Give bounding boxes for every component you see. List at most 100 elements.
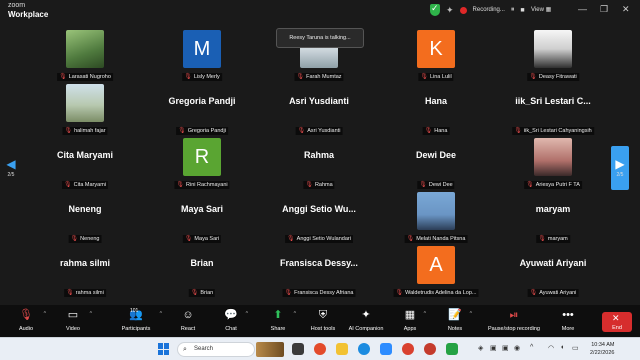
participant-display-name: Gregoria Pandji	[168, 96, 236, 106]
ai-companion-button[interactable]: ✦ AI Companion	[346, 308, 386, 336]
notes-button[interactable]: 📝 Notes ^	[446, 308, 472, 336]
participant-gallery: 🎙 Larasati Nugroho M 🎙 Lisly Merly 🎙 Farah Mum…	[27, 22, 610, 305]
share-options-chevron-icon[interactable]: ^	[294, 311, 296, 317]
participant-name-label: 🎙 Ayuwati Ariyani	[527, 289, 579, 297]
minimize-icon[interactable]: —	[578, 4, 587, 14]
pause-recording-icon[interactable]: ⏸	[511, 6, 515, 14]
participant-tile[interactable]: Asri Yusdianti 🎙 Asri Yusdianti	[261, 78, 377, 135]
meeting-toolbar: 🎙 Audio ^ ▭ Video ^ 👥 101 Participants ^…	[0, 305, 640, 337]
participant-tile[interactable]: Cita Maryami 🎙 Cita Maryami	[27, 132, 143, 189]
participant-tile[interactable]: 🎙 Larasati Nugroho	[27, 24, 143, 81]
taskbar-search[interactable]: ⌕ Search	[177, 342, 255, 357]
participant-tile[interactable]: 🎙 Melati Nanda Pitsna	[378, 186, 494, 243]
chrome-icon[interactable]	[314, 343, 326, 355]
chat-label: Chat	[225, 326, 237, 332]
participants-options-chevron-icon[interactable]: ^	[160, 311, 162, 317]
maximize-icon[interactable]: ❐	[600, 4, 608, 15]
close-icon[interactable]: ✕	[622, 4, 630, 15]
host-tools-button[interactable]: ⛨ Host tools	[308, 308, 338, 336]
avatar	[534, 30, 572, 68]
chrome-profile-2-icon[interactable]	[424, 343, 436, 355]
participant-tile[interactable]: Rahma 🎙 Rahma	[261, 132, 377, 189]
participant-tile[interactable]: Anggi Setio Wu... 🎙 Anggi Setio Wulandari	[261, 186, 377, 243]
pause-stop-recording-button[interactable]: ⏯ Pause/stop recording	[480, 308, 548, 336]
end-icon: ✕	[612, 313, 620, 323]
participant-tile[interactable]: R 🎙 Rini Rachmayani	[144, 132, 260, 189]
video-options-chevron-icon[interactable]: ^	[90, 311, 92, 317]
participant-name-label: 🎙 rahma silmi	[64, 289, 106, 297]
effects-icon[interactable]: ✦	[446, 5, 454, 16]
stop-recording-icon[interactable]: ■	[520, 7, 524, 14]
recording-label: Recording...	[472, 7, 505, 13]
apps-button[interactable]: ▦ Apps ^	[402, 308, 426, 336]
chat-options-chevron-icon[interactable]: ^	[246, 311, 248, 317]
apps-options-chevron-icon[interactable]: ^	[424, 311, 426, 317]
participant-tile[interactable]: Gregoria Pandji 🎙 Gregoria Pandji	[144, 78, 260, 135]
react-label: React	[180, 326, 196, 332]
participant-tile[interactable]: 🎙 halimah fajar	[27, 78, 143, 135]
view-label: View	[531, 7, 544, 13]
participant-tile[interactable]: Maya Sari 🎙 Maya Sari	[144, 186, 260, 243]
participant-tile[interactable]: M 🎙 Lisly Merly	[144, 24, 260, 81]
participant-tile[interactable]: iik_Sri Lestari C... 🎙 iik_Sri Lestari Cah…	[495, 78, 611, 135]
participant-tile[interactable]: K 🎙 Lina Lulil	[378, 24, 494, 81]
sparkle-icon: ✦	[361, 309, 371, 321]
tray-icon-1[interactable]: ◈	[478, 344, 483, 352]
zoom-app-icon[interactable]	[380, 343, 392, 355]
file-explorer-icon[interactable]	[336, 343, 348, 355]
tray-icon-2[interactable]: ▣	[490, 344, 497, 352]
view-button[interactable]: View ▦	[531, 6, 551, 13]
participant-tile[interactable]: rahma silmi 🎙 rahma silmi	[27, 240, 143, 297]
clock-time: 10:34 AM	[591, 342, 615, 348]
video-button[interactable]: ▭ Video ^	[62, 308, 92, 336]
notes-options-chevron-icon[interactable]: ^	[470, 311, 472, 317]
participant-display-name: Brian	[190, 258, 214, 268]
participants-button[interactable]: 👥 101 Participants ^	[118, 308, 162, 336]
windows-taskbar: ⌕ Search ◈ ▣ ▣ ◉ ^ ◠ ◖ ▭ 10:34 AM 2/22/2…	[0, 337, 640, 360]
participant-tile[interactable]: Hana 🎙 Hana	[378, 78, 494, 135]
previous-page-button[interactable]: ◀ 2/5	[2, 146, 20, 190]
participant-tile[interactable]: A 🎙 Waldetrudis Adelina da Lop...	[378, 240, 494, 297]
mic-muted-icon: 🎙	[395, 290, 404, 296]
audio-label: Audio	[18, 326, 34, 332]
windows-start-icon[interactable]	[158, 343, 170, 355]
audio-options-chevron-icon[interactable]: ^	[44, 311, 46, 317]
tray-icon-4[interactable]: ◉	[514, 344, 520, 352]
participant-tile[interactable]: maryam 🎙 maryam	[495, 186, 611, 243]
battery-icon[interactable]: ▭	[572, 344, 579, 352]
wifi-icon[interactable]: ◠	[548, 344, 554, 352]
chat-button[interactable]: 💬 Chat ^	[222, 308, 248, 336]
chevron-up-icon[interactable]: ^	[530, 344, 533, 351]
participant-tile[interactable]: Fransisca Dessy... 🎙 Fransisca Dessy Afria…	[261, 240, 377, 297]
news-widget-icon[interactable]	[256, 342, 284, 357]
end-meeting-button[interactable]: ✕ End	[602, 312, 632, 332]
mic-muted-icon: 🎙	[190, 290, 199, 296]
next-page-button[interactable]: ▶ 2/5	[611, 146, 629, 190]
volume-icon[interactable]: ◖	[560, 344, 564, 351]
chrome-profile-icon[interactable]	[402, 343, 414, 355]
title-bar: zoom Workplace ✦ Recording... ⏸ ■ View ▦…	[0, 0, 640, 22]
more-button[interactable]: ••• More	[560, 308, 576, 336]
participant-tile[interactable]: Neneng 🎙 Neneng	[27, 186, 143, 243]
participant-tile[interactable]: Ayuwati Ariyani 🎙 Ayuwati Ariyani	[495, 240, 611, 297]
edge-icon[interactable]	[358, 343, 370, 355]
security-shield-icon[interactable]	[430, 3, 440, 16]
system-clock[interactable]: 10:34 AM 2/22/2026	[590, 341, 614, 357]
task-view-icon[interactable]	[292, 343, 304, 355]
audio-button[interactable]: 🎙 Audio ^	[14, 308, 46, 336]
participant-tile[interactable]: 🎙 Ariesya Putri F TA	[495, 132, 611, 189]
participant-tile[interactable]: Brian 🎙 Brian	[144, 240, 260, 297]
participant-tile[interactable]: 🎙 Deasy Fitrawati	[495, 24, 611, 81]
share-button[interactable]: ⬆ Share ^	[268, 308, 296, 336]
participant-label-text: Waldetrudis Adelina da Lop...	[405, 290, 477, 296]
tray-icon-3[interactable]: ▣	[502, 344, 509, 352]
react-button[interactable]: ☺ React	[178, 308, 198, 336]
whatsapp-icon[interactable]	[446, 343, 458, 355]
avatar: M	[183, 30, 221, 68]
mic-muted-icon: 🎙	[284, 290, 293, 296]
zoom-logo: zoom Workplace	[8, 2, 48, 19]
avatar	[66, 84, 104, 122]
more-label: More	[561, 326, 575, 332]
camera-off-icon: ▭	[67, 309, 79, 321]
participant-tile[interactable]: Dewi Dee 🎙 Dewi Dee	[378, 132, 494, 189]
